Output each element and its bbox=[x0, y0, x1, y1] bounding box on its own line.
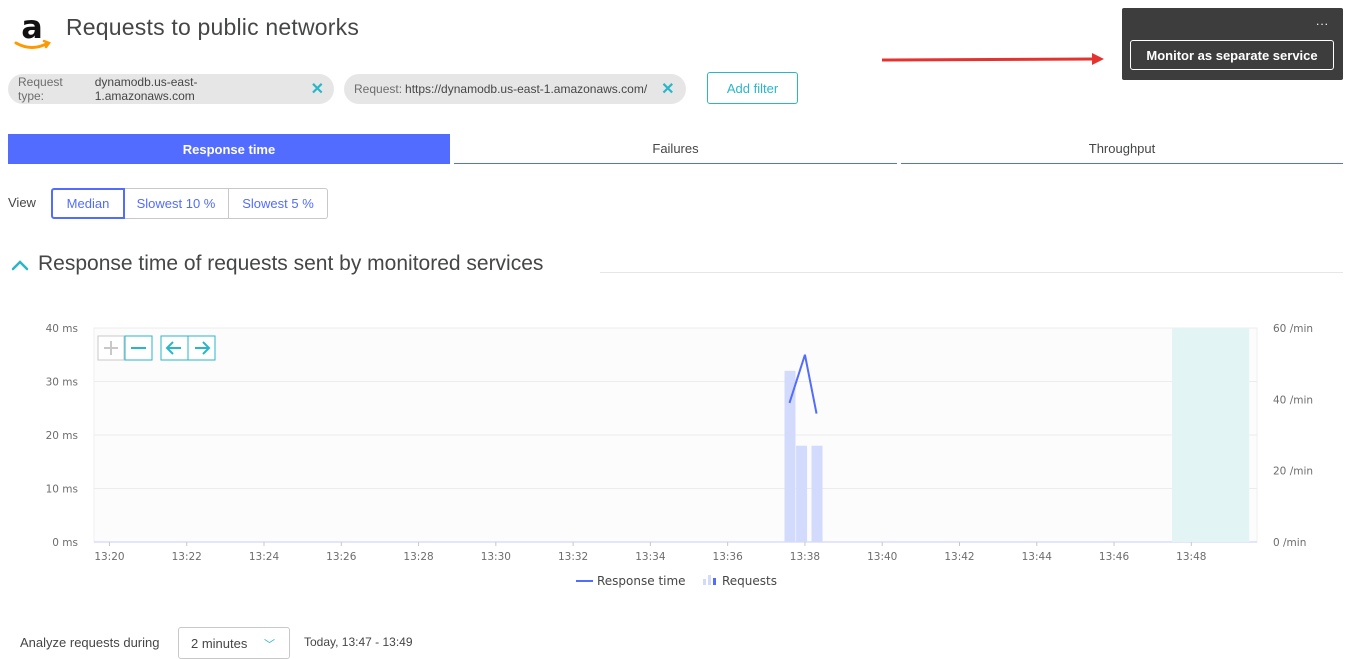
filter-key: Request: bbox=[354, 82, 402, 96]
x-tick: 13:40 bbox=[867, 551, 897, 563]
section-divider bbox=[600, 272, 1343, 273]
y-left-tick: 40 ms bbox=[46, 323, 78, 335]
x-tick: 13:20 bbox=[94, 551, 124, 563]
x-tick: 13:26 bbox=[326, 551, 357, 563]
filter-value: dynamodb.us-east-1.amazonaws.com bbox=[95, 75, 297, 103]
view-label: View bbox=[8, 195, 36, 210]
y-right-tick: 0 /min bbox=[1273, 537, 1306, 549]
legend-bars-icon bbox=[703, 575, 716, 585]
close-icon[interactable]: ✕ bbox=[311, 79, 324, 99]
view-slowest-5-button[interactable]: Slowest 5 % bbox=[228, 188, 328, 219]
duration-select[interactable]: 2 minutes ﹀ bbox=[178, 627, 290, 659]
x-tick: 13:24 bbox=[249, 551, 280, 563]
x-tick: 13:32 bbox=[558, 551, 588, 563]
analyze-label: Analyze requests during bbox=[20, 635, 159, 650]
svg-text:a: a bbox=[21, 10, 43, 46]
tab-response-time[interactable]: Response time bbox=[8, 134, 450, 164]
amazon-logo-icon: a bbox=[10, 10, 54, 54]
add-filter-button[interactable]: Add filter bbox=[707, 72, 798, 104]
x-tick: 13:48 bbox=[1176, 551, 1206, 563]
filter-chip-request-type[interactable]: Request type: dynamodb.us-east-1.amazona… bbox=[8, 74, 334, 104]
x-tick: 13:36 bbox=[713, 551, 744, 563]
selected-range-highlight[interactable] bbox=[1172, 328, 1249, 542]
requests-bar bbox=[784, 371, 795, 542]
page-title: Requests to public networks bbox=[66, 14, 359, 41]
section-title: Response time of requests sent by monito… bbox=[38, 252, 543, 276]
requests-bar bbox=[812, 446, 823, 542]
annotation-arrow-icon bbox=[880, 50, 1110, 70]
monitor-separate-service-button[interactable]: Monitor as separate service bbox=[1130, 40, 1334, 70]
y-left-tick: 30 ms bbox=[46, 377, 78, 389]
y-left-tick: 20 ms bbox=[46, 430, 78, 442]
close-icon[interactable]: ✕ bbox=[661, 79, 674, 99]
x-tick: 13:30 bbox=[481, 551, 511, 563]
duration-value: 2 minutes bbox=[191, 636, 247, 651]
chevron-up-icon[interactable] bbox=[10, 255, 30, 275]
pan-right-button[interactable] bbox=[188, 336, 215, 360]
y-left-tick: 10 ms bbox=[46, 484, 78, 496]
period-text: Today, 13:47 - 13:49 bbox=[304, 635, 413, 649]
x-tick: 13:38 bbox=[790, 551, 820, 563]
y-left-tick: 0 ms bbox=[52, 537, 78, 549]
requests-bar bbox=[796, 446, 807, 542]
pan-left-button[interactable] bbox=[161, 336, 188, 360]
x-tick: 13:34 bbox=[635, 551, 666, 563]
x-tick: 13:46 bbox=[1099, 551, 1130, 563]
view-median-button[interactable]: Median bbox=[51, 188, 125, 219]
filter-key: Request type: bbox=[18, 75, 92, 103]
more-options-icon[interactable]: ... bbox=[1316, 14, 1329, 28]
tab-throughput[interactable]: Throughput bbox=[901, 134, 1343, 164]
legend: Response time Requests bbox=[576, 574, 777, 588]
legend-requests: Requests bbox=[722, 574, 777, 588]
x-tick: 13:22 bbox=[172, 551, 202, 563]
filter-value: https://dynamodb.us-east-1.amazonaws.com… bbox=[405, 82, 647, 96]
x-tick: 13:42 bbox=[944, 551, 974, 563]
chevron-down-icon: ﹀ bbox=[264, 636, 275, 652]
zoom-in-button[interactable] bbox=[98, 336, 124, 360]
actions-menu: ... Monitor as separate service bbox=[1122, 8, 1343, 80]
zoom-out-button[interactable] bbox=[125, 336, 152, 360]
view-slowest-10-button[interactable]: Slowest 10 % bbox=[124, 188, 229, 219]
tab-failures[interactable]: Failures bbox=[454, 134, 897, 164]
x-tick: 13:44 bbox=[1022, 551, 1053, 563]
filter-chip-request[interactable]: Request: https://dynamodb.us-east-1.amaz… bbox=[344, 74, 686, 104]
x-tick: 13:28 bbox=[403, 551, 433, 563]
y-right-tick: 60 /min bbox=[1273, 323, 1313, 335]
response-time-chart: 0 ms 10 ms 20 ms 30 ms 40 ms 0 /min 20 /min 40 … bbox=[0, 318, 1351, 600]
y-right-tick: 40 /min bbox=[1273, 394, 1313, 406]
y-right-tick: 20 /min bbox=[1273, 466, 1313, 478]
legend-response-time: Response time bbox=[597, 574, 686, 588]
